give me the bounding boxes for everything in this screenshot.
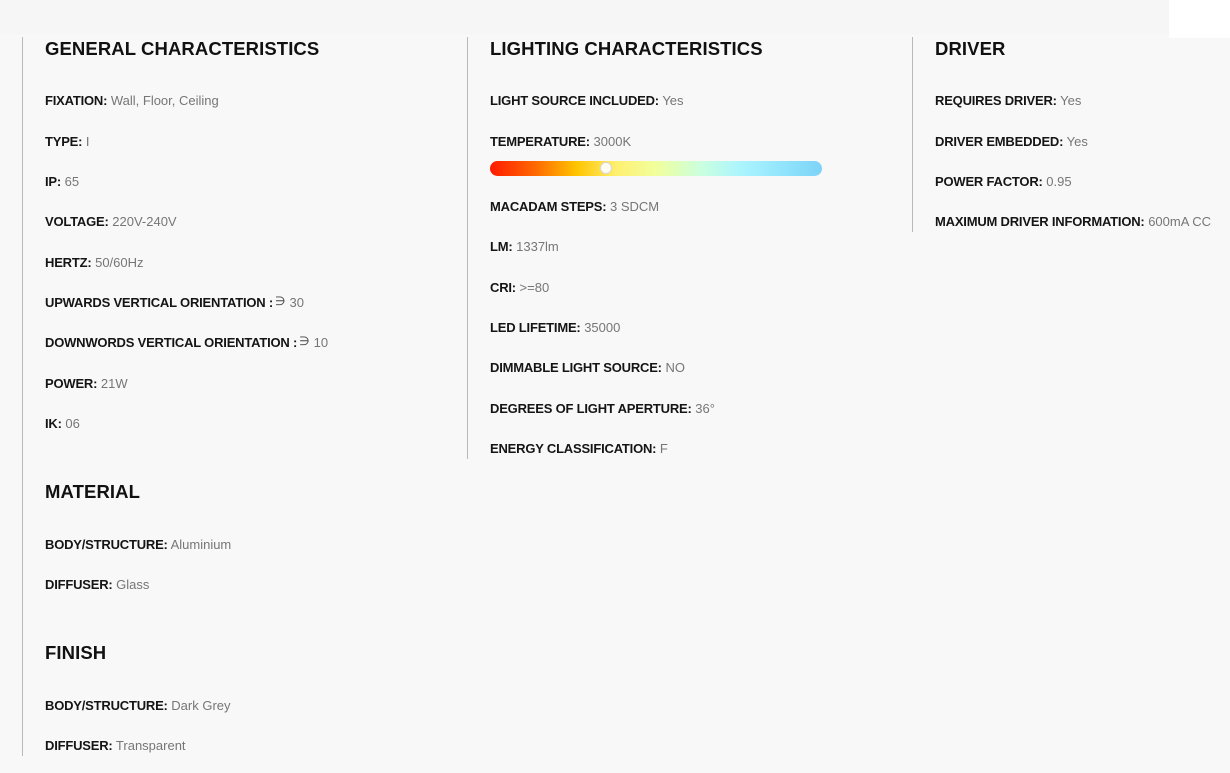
spec-light-aperture: DEGREES OF LIGHT APERTURE: 36° [490,401,715,417]
spec-value: 220V-240V [112,214,177,229]
spec-max-driver-information: MAXIMUM DRIVER INFORMATION: 600mA CC [935,214,1211,230]
spec-dimmable-light-source: DIMMABLE LIGHT SOURCE: NO [490,360,685,376]
spec-label: DIFFUSER: [45,738,113,753]
spec-label: VOLTAGE: [45,214,109,229]
spec-hertz: HERTZ: 50/60Hz [45,255,144,271]
spec-label: CRI: [490,280,516,295]
spec-power-factor: POWER FACTOR: 0.95 [935,174,1072,190]
spec-label: IK: [45,416,62,431]
spec-light-source-included: LIGHT SOURCE INCLUDED: Yes [490,93,684,109]
spec-value: Yes [1060,93,1082,108]
spec-label: MACADAM STEPS: [490,199,607,214]
spec-label: ENERGY CLASSIFICATION: [490,441,657,456]
spec-label: IP: [45,174,62,189]
spec-value: Glass [116,577,150,592]
spec-fixation: FIXATION: Wall, Floor, Ceiling [45,93,219,109]
spec-energy-classification: ENERGY CLASSIFICATION: F [490,441,668,457]
spec-value: 36° [695,401,715,416]
spec-value: 0.95 [1046,174,1072,189]
spec-label: FIXATION: [45,93,108,108]
spec-value: 600mA CC [1148,214,1212,229]
spec-value: F [659,441,668,456]
divider-right [912,37,913,232]
spec-value: 1337lm [516,239,559,254]
spec-finish-body: BODY/STRUCTURE: Dark Grey [45,698,231,714]
column-lighting: LIGHTING CHARACTERISTICS LIGHT SOURCE IN… [490,0,900,480]
spec-label: DIFFUSER: [45,577,113,592]
spec-requires-driver: REQUIRES DRIVER: Yes [935,93,1081,109]
spec-label: HERTZ: [45,255,92,270]
spec-power: POWER: 21W [45,376,128,392]
spec-value: Transparent [115,738,186,753]
spec-label: REQUIRES DRIVER: [935,93,1057,108]
spec-value: Wall, Floor, Ceiling [110,93,219,108]
spec-ip: IP: 65 [45,174,79,190]
spec-label: DIMMABLE LIGHT SOURCE: [490,360,662,375]
column-driver: DRIVER REQUIRES DRIVER: Yes DRIVER EMBED… [935,0,1225,260]
spec-label: POWER: [45,376,98,391]
spec-value: 21W [100,376,128,391]
spec-value: Yes [662,93,684,108]
spec-ik: IK: 06 [45,416,80,432]
spec-cri: CRI: >=80 [490,280,549,296]
spec-value: 30 [289,295,304,310]
spec-value: 3000K [593,134,632,149]
spec-label: TEMPERATURE: [490,134,590,149]
spec-label: BODY/STRUCTURE: [45,698,168,713]
spec-led-lifetime: LED LIFETIME: 35000 [490,320,620,336]
orientation-icon: ∋ [275,294,286,308]
spec-value: Yes [1066,134,1088,149]
divider-middle [467,37,468,459]
spec-downwords-orientation: DOWNWORDS VERTICAL ORIENTATION : ∋ 10 [45,334,329,351]
spec-value: 35000 [584,320,621,335]
spec-label: DRIVER EMBEDDED: [935,134,1064,149]
spec-temperature: TEMPERATURE: 3000K [490,134,631,150]
spec-value: 50/60Hz [95,255,144,270]
spec-material-diffuser: DIFFUSER: Glass [45,577,149,593]
spec-value: 10 [313,335,329,350]
spec-label: DOWNWORDS VERTICAL ORIENTATION : [45,335,298,350]
spec-label: TYPE: [45,134,83,149]
divider-left [22,37,23,756]
spec-value: Dark Grey [171,698,231,713]
column-general: GENERAL CHARACTERISTICS FIXATION: Wall, … [45,0,455,773]
spec-label: MAXIMUM DRIVER INFORMATION: [935,214,1145,229]
spec-label: BODY/STRUCTURE: [45,537,168,552]
spec-value: Aluminium [170,537,232,552]
spec-macadam-steps: MACADAM STEPS: 3 SDCM [490,199,659,215]
spec-finish-diffuser: DIFFUSER: Transparent [45,738,186,754]
spec-value: 06 [65,416,80,431]
spec-label: LED LIFETIME: [490,320,581,335]
spec-value: I [85,134,90,149]
spec-label: LIGHT SOURCE INCLUDED: [490,93,659,108]
spec-value: 65 [64,174,80,189]
spec-value: 3 SDCM [610,199,660,214]
temperature-scale-bar [490,161,822,176]
section-title-lighting: LIGHTING CHARACTERISTICS [490,38,763,59]
temperature-indicator [600,161,613,174]
spec-voltage: VOLTAGE: 220V-240V [45,214,177,230]
spec-label: POWER FACTOR: [935,174,1043,189]
spec-value: NO [665,360,685,375]
spec-label: UPWARDS VERTICAL ORIENTATION : [45,295,274,310]
spec-type: TYPE: I [45,134,90,150]
spec-driver-embedded: DRIVER EMBEDDED: Yes [935,134,1088,150]
spec-lm: LM: 1337lm [490,239,559,255]
orientation-icon: ∋ [299,334,310,348]
spec-value: >=80 [519,280,550,295]
spec-upwards-orientation: UPWARDS VERTICAL ORIENTATION : ∋ 30 [45,294,304,311]
spec-label: LM: [490,239,513,254]
section-title-general: GENERAL CHARACTERISTICS [45,38,320,59]
section-title-driver: DRIVER [935,38,1006,59]
section-title-material: MATERIAL [45,481,140,502]
section-title-finish: FINISH [45,642,107,663]
spec-material-body: BODY/STRUCTURE: Aluminium [45,537,231,553]
spec-label: DEGREES OF LIGHT APERTURE: [490,401,692,416]
